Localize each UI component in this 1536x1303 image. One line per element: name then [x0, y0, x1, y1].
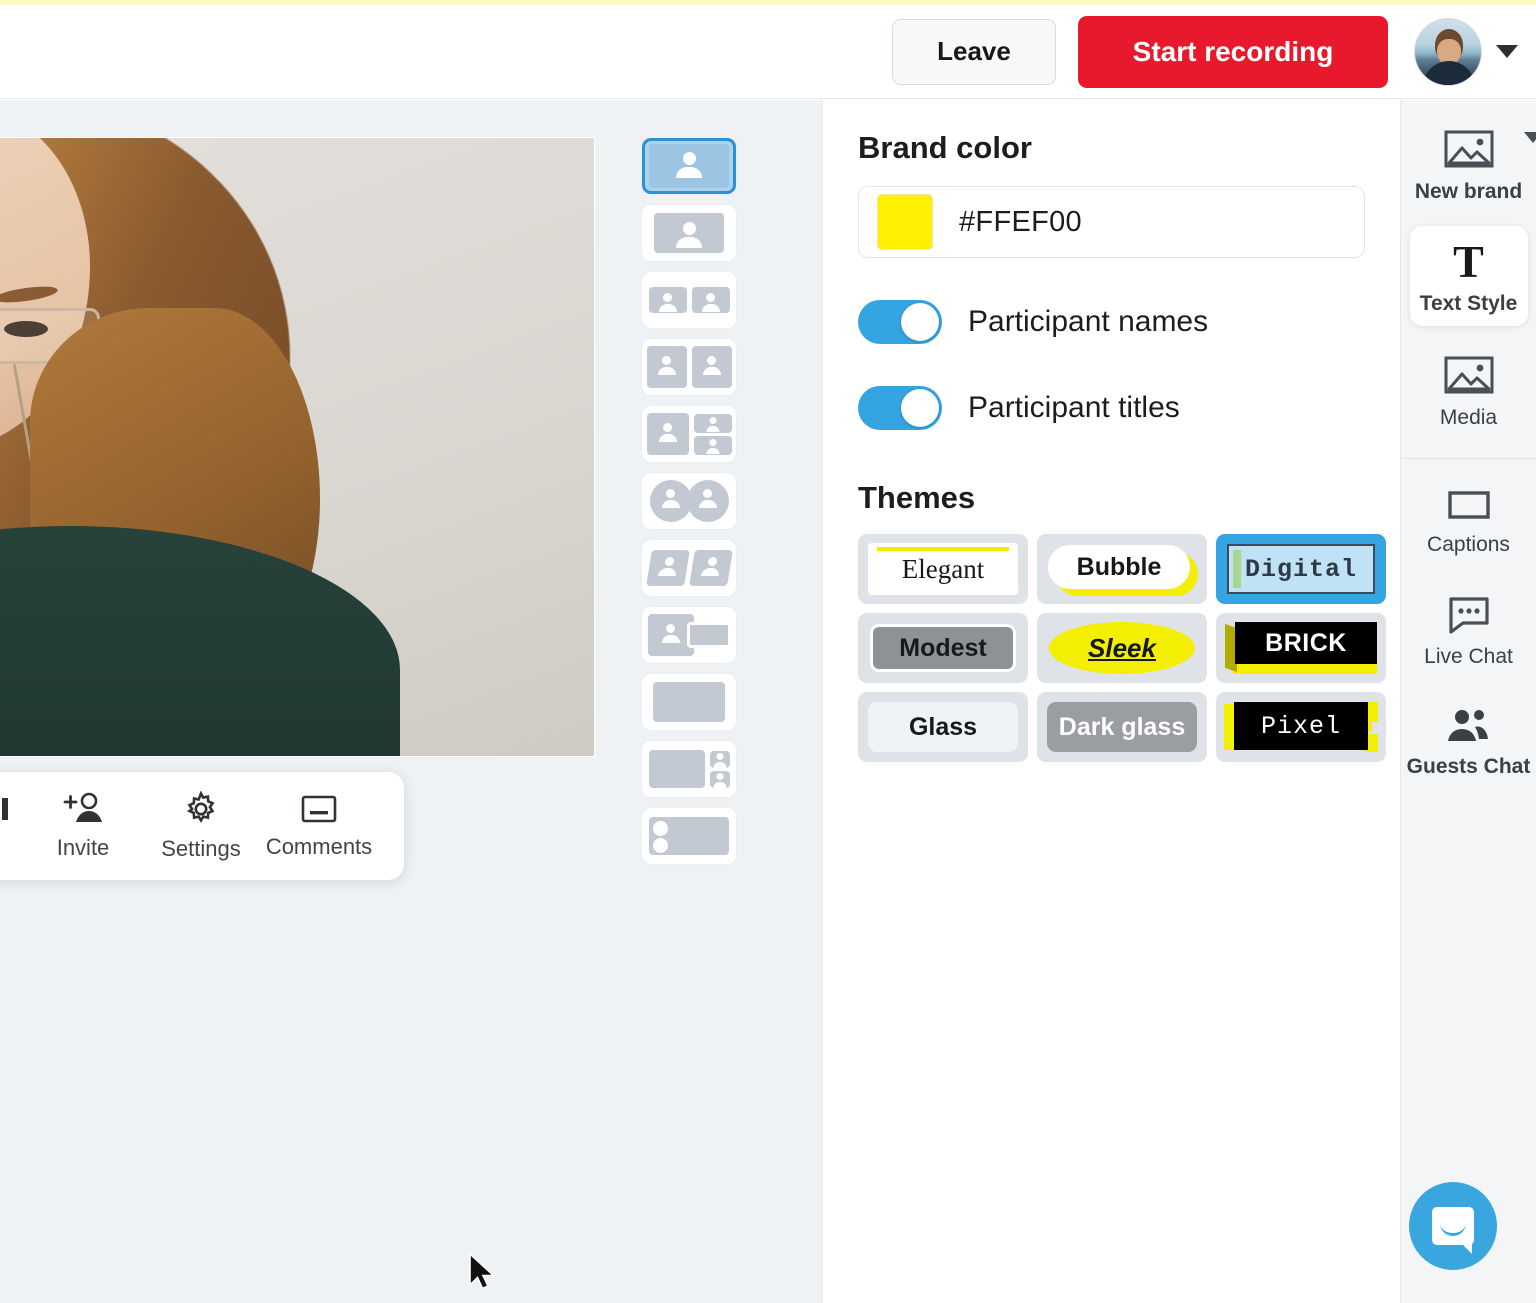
settings-button[interactable]: Settings [142, 790, 260, 862]
themes-grid: Elegant Bubble Digital Modest Sleek BRIC… [858, 534, 1386, 762]
theme-option-bubble[interactable]: Bubble [1037, 534, 1207, 604]
account-menu[interactable] [1414, 17, 1518, 86]
participant-names-toggle[interactable] [858, 300, 942, 344]
top-header-bar: Leave Start recording [0, 5, 1536, 99]
participant-names-row: Participant names [858, 300, 1365, 344]
layout-option-two-equal-side-by-side[interactable] [642, 339, 736, 395]
intercom-chat-launcher[interactable] [1409, 1182, 1497, 1270]
image-icon [1444, 356, 1493, 394]
participant-titles-label: Participant titles [968, 391, 1180, 424]
invite-label: Invite [56, 834, 110, 860]
layout-option-screen-with-avatars-overlay[interactable] [642, 808, 736, 864]
partial-icon [2, 797, 8, 820]
rail-item-live-chat[interactable]: Live Chat [1410, 579, 1528, 679]
theme-label-bubble: Bubble [1076, 552, 1162, 581]
rail-item-media[interactable]: Media [1410, 338, 1528, 440]
meeting-toolbar: e Invite Settings [0, 772, 404, 880]
image-icon [1444, 130, 1493, 168]
app-root: Leave Start recording Invite Settings Co… [0, 0, 1536, 1303]
comment-box-icon [301, 795, 337, 822]
chat-bubble-icon [1432, 1207, 1474, 1254]
layout-option-two-tilted-cards[interactable] [642, 540, 736, 596]
rail-label-guests-chat: Guests Chat [1406, 754, 1531, 778]
gear-icon [186, 790, 215, 823]
rail-label-live-chat: Live Chat [1424, 644, 1513, 668]
layout-option-single-speaker[interactable] [642, 205, 736, 261]
theme-option-elegant[interactable]: Elegant [858, 534, 1028, 604]
chevron-down-icon[interactable] [1523, 132, 1536, 143]
brand-color-field[interactable]: #FFEF00 [858, 186, 1365, 258]
tool-rail: New brand T Text Style Media Captions Li… [1400, 100, 1536, 1303]
participant-titles-row: Participant titles [858, 386, 1365, 430]
people-icon [1447, 709, 1488, 741]
chat-bubble-icon [1448, 597, 1489, 634]
brand-color-title: Brand color [858, 130, 1032, 165]
theme-label-digital: Digital [1244, 554, 1358, 584]
layout-option-two-small-side-by-side[interactable] [642, 272, 736, 328]
rail-item-new-brand[interactable]: New brand [1410, 112, 1536, 214]
comments-label: Comments [265, 833, 373, 859]
theme-label-pixel: Pixel [1260, 711, 1341, 741]
theme-option-pixel[interactable]: Pixel [1216, 692, 1386, 762]
rail-divider [1400, 457, 1536, 459]
rail-item-text-style[interactable]: T Text Style [1409, 226, 1528, 326]
theme-label-glass: Glass [908, 712, 978, 741]
brand-color-hex-value: #FFEF00 [959, 205, 1082, 238]
rail-label-new-brand: New brand [1414, 180, 1523, 203]
layout-option-single-speaker-caption[interactable] [642, 138, 736, 194]
toolbar-item-clipped[interactable]: e [0, 792, 24, 861]
brand-settings-panel: Brand color #FFEF00 Participant names Pa… [822, 100, 1400, 1303]
comments-button[interactable]: Comments [260, 793, 378, 860]
rail-label-text-style: Text Style [1419, 291, 1518, 315]
leave-button[interactable]: Leave [892, 18, 1056, 85]
text-t-icon: T [1453, 236, 1484, 287]
layout-option-screen-with-two-thumbs[interactable] [642, 741, 736, 797]
theme-option-digital[interactable]: Digital [1216, 534, 1386, 604]
chevron-down-icon[interactable] [1496, 45, 1518, 58]
rail-item-guests-chat[interactable]: Guests Chat [1406, 691, 1531, 789]
theme-label-dark-glass: Dark glass [1058, 712, 1186, 741]
brand-color-swatch[interactable] [877, 194, 933, 250]
caption-box-icon [1447, 490, 1490, 519]
theme-label-sleek: Sleek [1088, 632, 1156, 663]
theme-label-elegant: Elegant [901, 553, 985, 584]
theme-option-dark-glass[interactable]: Dark glass [1037, 692, 1207, 762]
layout-option-one-large-two-stacked[interactable] [642, 406, 736, 462]
mouse-cursor [469, 1252, 496, 1290]
theme-option-brick[interactable]: BRICK [1216, 613, 1386, 683]
layout-option-speaker-with-screen[interactable] [642, 607, 736, 663]
theme-option-modest[interactable]: Modest [858, 613, 1028, 683]
themes-title: Themes [858, 480, 976, 515]
add-person-icon [63, 792, 102, 822]
video-preview-tile [0, 137, 595, 757]
start-recording-button[interactable]: Start recording [1078, 15, 1388, 88]
theme-label-modest: Modest [899, 633, 987, 662]
theme-label-brick: BRICK [1265, 628, 1347, 657]
rail-item-captions[interactable]: Captions [1410, 471, 1528, 567]
settings-label: Settings [161, 835, 241, 861]
theme-option-glass[interactable]: Glass [858, 692, 1028, 762]
layout-picker [642, 138, 736, 864]
stage-area: e Invite Settings [0, 100, 822, 1303]
layout-option-two-circles-overlap[interactable] [642, 473, 736, 529]
layout-option-screen-only[interactable] [642, 674, 736, 730]
invite-button[interactable]: Invite [24, 792, 142, 861]
avatar[interactable] [1414, 17, 1482, 86]
rail-label-media: Media [1439, 405, 1498, 429]
participant-names-label: Participant names [968, 305, 1209, 338]
theme-option-sleek[interactable]: Sleek [1037, 613, 1207, 683]
participant-titles-toggle[interactable] [858, 386, 942, 430]
rail-label-captions: Captions [1427, 532, 1510, 556]
